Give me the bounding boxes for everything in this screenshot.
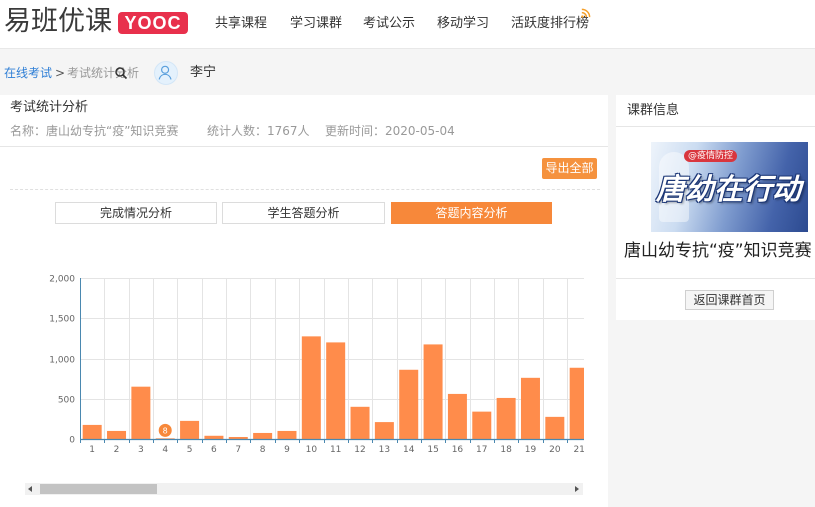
bar-q13 [374,422,394,439]
exam-name-info: 名称：唐山幼专抗“疫”知识竞赛 [10,124,179,138]
x-tick-label: 5 [187,445,193,455]
site-logo-badge[interactable]: YOOC [118,12,188,34]
breadcrumb-current-page: 考试统计分析 [67,66,140,80]
page-title: 考试统计分析 [10,100,89,115]
y-tick-label: 500 [58,396,75,406]
value-marker-label: 8 [163,426,168,435]
bar-q3 [131,386,151,439]
x-tick-label: 15 [427,445,438,455]
bar-q11 [326,342,346,439]
arrow-right-icon[interactable] [575,486,579,492]
tab-completion-analysis[interactable]: 完成情况分析 [55,202,217,224]
sidebar-title: 课群信息 [627,103,680,118]
bar-q10 [301,336,321,439]
exam-statistics-panel: 考试统计分析 名称：唐山幼专抗“疫”知识竞赛 统计人数：1767人 更新时间：2… [0,95,608,507]
arrow-left-icon[interactable] [28,486,32,492]
scrollbar-thumb[interactable] [40,484,157,494]
bar-q5 [180,420,200,439]
search-icon[interactable] [114,66,128,80]
x-tick-label: 6 [211,445,217,455]
x-tick-label: 10 [306,445,318,455]
y-tick-label: 1,000 [49,356,75,366]
bar-q8 [253,432,273,439]
x-tick-label: 16 [452,445,464,455]
x-tick-label: 12 [354,445,365,455]
x-tick-label: 4 [162,445,168,455]
nav-mobile-learning[interactable]: 移动学习 [437,15,489,33]
divider [616,126,815,127]
updated-time-info: 更新时间：2020-05-04 [325,124,455,138]
bar-q19 [520,377,540,439]
x-tick-label: 18 [500,445,512,455]
nav-study-groups[interactable]: 学习课群 [290,15,342,33]
y-tick-label: 0 [69,436,75,446]
banner-tag: @疫情防控 [684,150,738,162]
x-tick-label: 8 [260,445,266,455]
nav-exam-notices[interactable]: 考试公示 [363,15,415,33]
bar-q17 [472,411,492,439]
course-banner-image[interactable]: @疫情防控 唐幼在行动 [651,142,808,232]
bar-q9 [277,430,297,439]
x-tick-label: 17 [476,445,487,455]
bar-q6 [204,435,224,439]
bar-q12 [350,406,370,439]
breadcrumb-online-exam[interactable]: 在线考试 [4,65,52,81]
course-name[interactable]: 唐山幼专抗“疫”知识竞赛 [624,240,815,262]
divider [616,278,815,279]
answer-content-chart: 0 500 1,000 1,500 2,000 1 2 3 4 5 6 7 8 9 10 11 12 13 14 15… [25,265,584,465]
user-name[interactable]: 李宁 [190,65,216,81]
bar-q18 [496,397,516,439]
signal-icon [581,8,591,18]
x-tick-label: 20 [549,445,561,455]
back-to-group-home-button[interactable]: 返回课群首页 [685,290,774,310]
divider [0,146,608,147]
x-tick-label: 13 [379,445,390,455]
bar-q1 [82,424,102,439]
tab-answer-content-analysis[interactable]: 答题内容分析 [391,202,552,224]
user-avatar-icon [158,65,172,80]
bar-q16 [447,393,467,439]
bar-q21 [569,367,584,439]
dashed-divider [10,189,600,190]
x-tick-label: 14 [403,445,415,455]
bar-q14 [399,369,419,439]
participant-count-info: 统计人数：1767人 [207,124,310,138]
bar-q2 [107,430,127,439]
bar-q7 [228,436,248,439]
x-tick-label: 9 [284,445,290,455]
course-group-info-panel: 课群信息 @疫情防控 唐幼在行动 唐山幼专抗“疫”知识竞赛 返回课群首页 [616,95,815,320]
y-tick-label: 2,000 [49,275,75,285]
chart-horizontal-scrollbar[interactable] [25,483,583,495]
x-tick-label: 11 [330,445,341,455]
banner-slogan: 唐幼在行动 [656,172,802,206]
x-tick-label: 3 [138,445,144,455]
bar-q20 [545,416,565,439]
x-tick-label: 19 [525,445,537,455]
site-logo-text[interactable]: 易班优课 [4,6,112,38]
top-header: 易班优课 YOOC 共享课程 学习课群 考试公示 移动学习 活跃度排行榜 [0,0,815,49]
x-tick-label: 2 [114,445,120,455]
breadcrumb-separator: > [55,66,66,80]
user-avatar[interactable] [154,61,178,85]
y-tick-label: 1,500 [49,315,75,325]
bar-chart-svg: 05001,0001,5002,0001 2 3 4 5 6 7 8 9 10 11 12 13 14 15… [49,275,584,455]
nav-shared-courses[interactable]: 共享课程 [215,15,267,33]
bar-q15 [423,344,443,439]
x-tick-label: 1 [89,445,95,455]
tab-student-answer-analysis[interactable]: 学生答题分析 [222,202,385,224]
export-all-button[interactable]: 导出全部 [542,158,597,179]
x-tick-label: 7 [235,445,241,455]
nav-activity-ranking[interactable]: 活跃度排行榜 [511,15,589,33]
x-tick-label: 21 [573,445,584,455]
